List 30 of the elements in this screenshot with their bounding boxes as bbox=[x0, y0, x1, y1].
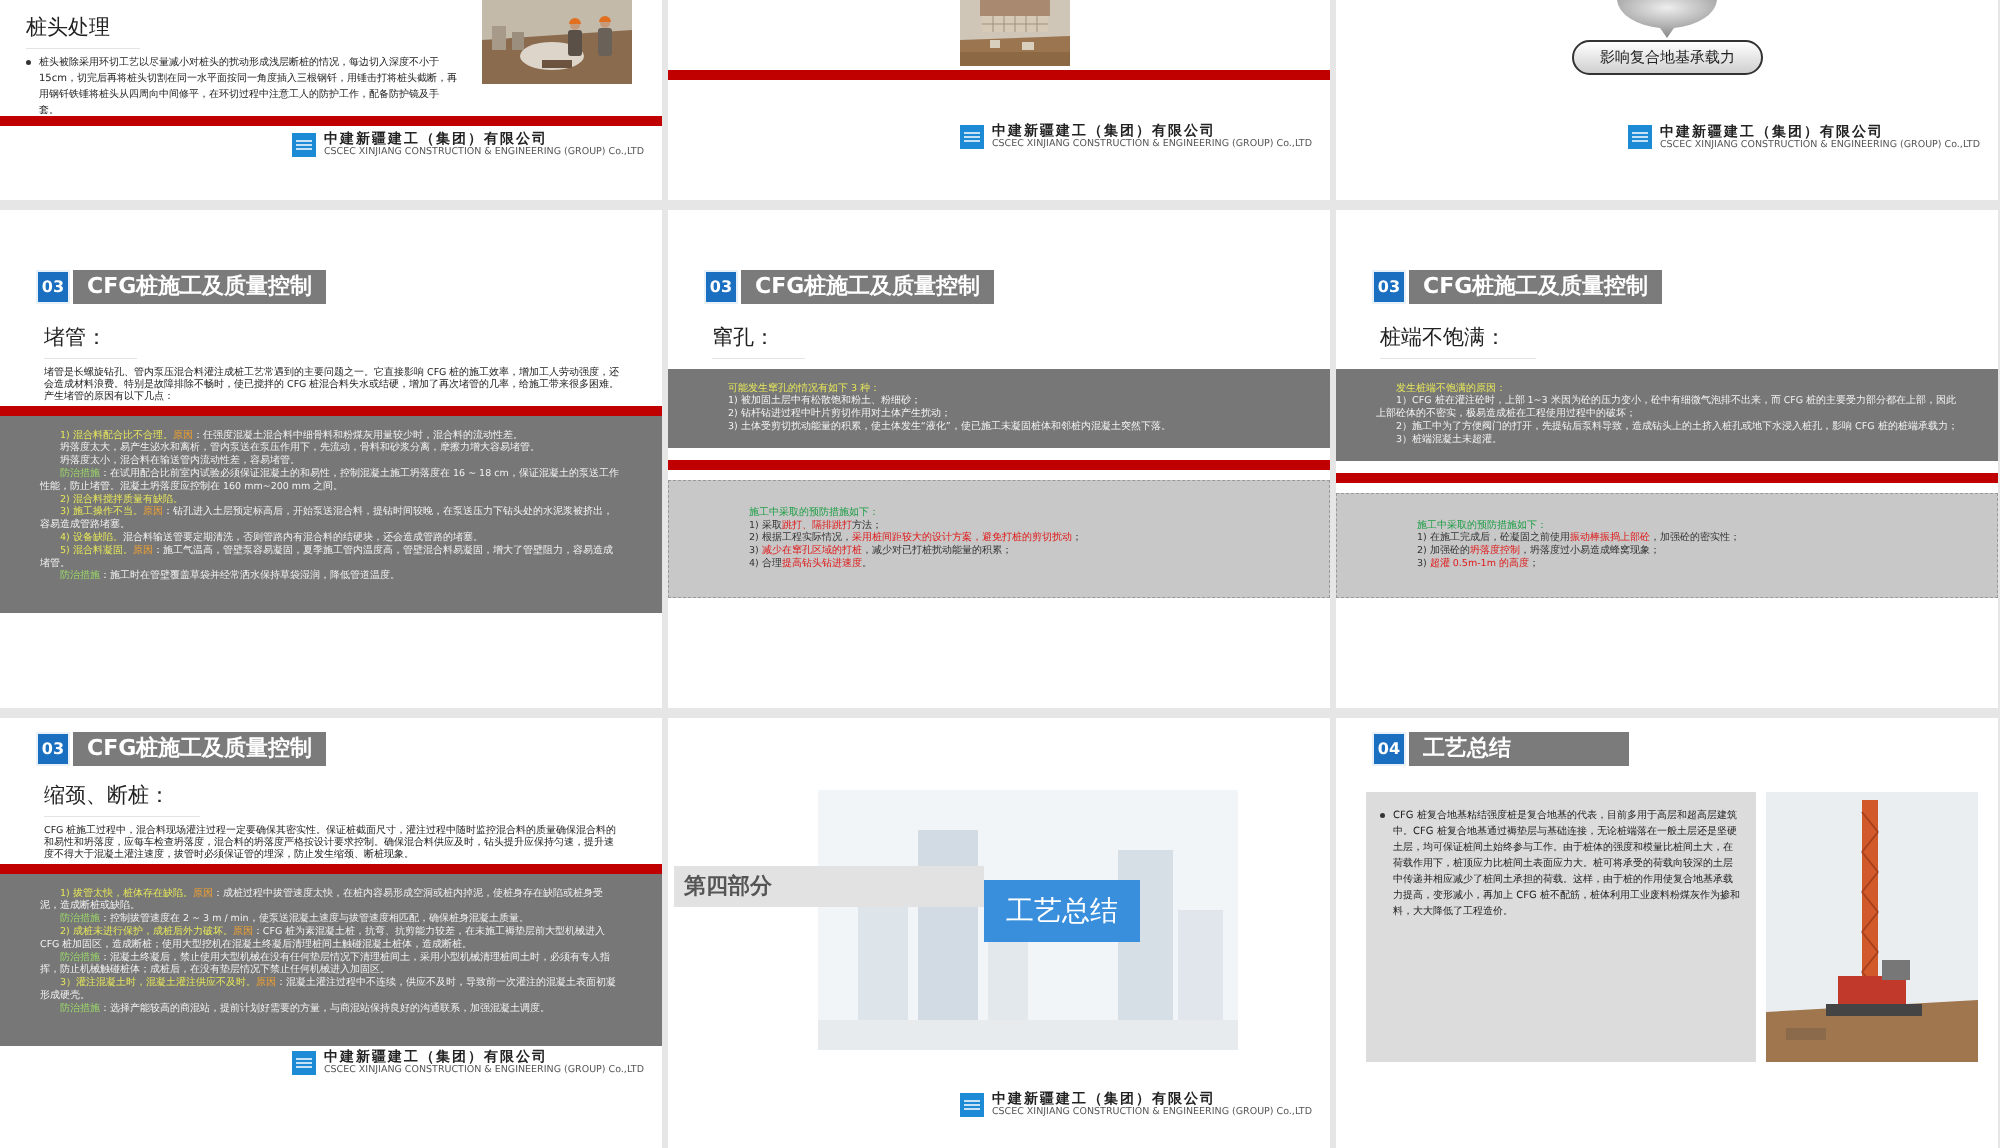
slide-thumbnail[interactable] bbox=[0, 210, 662, 708]
section-number: 03 bbox=[1372, 270, 1406, 304]
slide-thumbnail[interactable] bbox=[0, 718, 662, 1148]
section-number: 04 bbox=[1372, 732, 1406, 766]
slide-heading: 窜孔： bbox=[712, 322, 805, 359]
section-number: 03 bbox=[704, 270, 738, 304]
slide-thumbnail[interactable] bbox=[1336, 210, 1998, 708]
section-title: 工艺总结 bbox=[1409, 732, 1629, 766]
slide-heading: 桩端不饱满： bbox=[1380, 322, 1536, 359]
section-title: CFG桩施工及质量控制 bbox=[741, 270, 995, 304]
logo-icon bbox=[291, 1050, 316, 1075]
logo-icon bbox=[1627, 125, 1652, 150]
logo-icon bbox=[959, 1092, 984, 1117]
bullet-icon bbox=[26, 59, 31, 65]
section-title: CFG桩施工及质量控制 bbox=[1409, 270, 1663, 304]
section-title: CFG桩施工及质量控制 bbox=[73, 270, 327, 304]
slide-thumbnail[interactable] bbox=[668, 210, 1330, 708]
slide-heading: 堵管： bbox=[44, 322, 137, 359]
section-number: 03 bbox=[36, 732, 70, 766]
bullet-icon bbox=[1380, 813, 1385, 818]
section-title: CFG桩施工及质量控制 bbox=[73, 732, 327, 766]
section-title: 工艺总结 bbox=[984, 880, 1140, 942]
logo-icon bbox=[959, 124, 984, 149]
slide-heading: 缩颈、断桩： bbox=[44, 780, 200, 817]
part-label: 第四部分 bbox=[674, 866, 984, 907]
logo-icon bbox=[291, 132, 316, 157]
section-number: 03 bbox=[36, 270, 70, 304]
slide-thumbnail[interactable] bbox=[1336, 718, 1998, 1148]
slide-thumbnail[interactable] bbox=[0, 0, 662, 200]
slide-heading: 桩头处理 bbox=[26, 12, 140, 49]
